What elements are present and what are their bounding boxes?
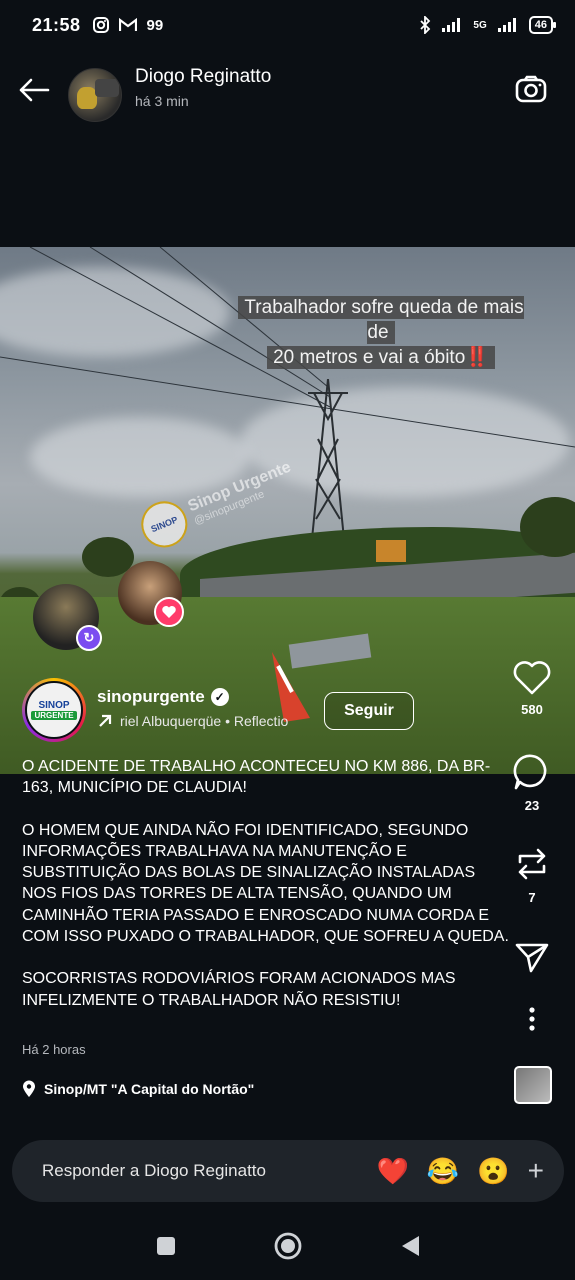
add-reaction-button[interactable]: + xyxy=(528,1155,544,1187)
quick-reactions: ❤️ 😂 😮 + xyxy=(377,1155,544,1187)
caption-paragraph-2: O HOMEM QUE AINDA NÃO FOI IDENTIFICADO, … xyxy=(22,821,509,946)
comment-action[interactable]: 23 xyxy=(505,752,559,813)
photo-overlay-caption: Trabalhador sofre queda de mais de 20 me… xyxy=(230,295,532,370)
comment-icon[interactable] xyxy=(512,752,552,792)
location-name[interactable]: Sinop/MT "A Capital do Nortão" xyxy=(44,1081,254,1097)
reply-input[interactable]: Responder a Diogo Reginatto xyxy=(42,1161,266,1181)
more-options[interactable] xyxy=(505,1006,559,1032)
wow-emoji-reaction[interactable]: 😮 xyxy=(477,1156,509,1187)
overlay-line-2: 20 metros e vai a óbito‼️ xyxy=(267,346,495,369)
signal-5g-icon xyxy=(497,18,516,32)
caption-paragraph-1: O ACIDENTE DE TRABALHO ACONTECEU NO KM 8… xyxy=(22,758,491,797)
camera-icon xyxy=(515,75,547,103)
power-tower xyxy=(308,379,348,539)
music-row[interactable]: riel Albuquerqüe • Reflectio xyxy=(97,713,288,729)
heart-badge-icon xyxy=(154,597,184,627)
story-header: Diogo Reginatto há 3 min xyxy=(0,58,575,128)
heart-icon[interactable] xyxy=(512,660,552,696)
location-tag[interactable]: Sinop/MT "A Capital do Nortão" xyxy=(22,1080,254,1098)
system-nav-bar xyxy=(0,1212,575,1280)
recent-apps-icon[interactable] xyxy=(155,1235,177,1257)
camera-button[interactable] xyxy=(513,70,551,108)
back-button[interactable] xyxy=(16,72,52,108)
reply-bar: Responder a Diogo Reginatto ❤️ 😂 😮 + xyxy=(12,1140,564,1202)
repost-badge-icon: ↻ xyxy=(76,625,102,651)
instagram-icon xyxy=(92,17,109,33)
more-vertical-icon[interactable] xyxy=(528,1006,536,1032)
status-notification-icons: 99 xyxy=(92,16,164,34)
back-nav-icon[interactable] xyxy=(399,1234,421,1258)
home-icon[interactable] xyxy=(273,1231,303,1261)
laugh-emoji-reaction[interactable]: 😂 xyxy=(427,1156,459,1187)
location-pin-icon xyxy=(23,1080,35,1097)
author-logo-top: SINOP xyxy=(38,700,70,711)
user-name[interactable]: Diogo Reginatto xyxy=(135,66,271,88)
bluetooth-icon xyxy=(420,16,431,34)
post-time: há 3 min xyxy=(135,93,189,109)
road-sign xyxy=(376,540,406,562)
gmail-icon xyxy=(118,18,137,31)
status-right: 5G 46 xyxy=(419,16,557,34)
caption-time: Há 2 horas xyxy=(22,1042,86,1057)
post-caption: O ACIDENTE DE TRABALHO ACONTECEU NO KM 8… xyxy=(22,756,512,1032)
arrow-left-icon xyxy=(19,78,50,102)
signal-icon xyxy=(442,18,461,32)
status-time: 21:58 xyxy=(32,14,81,35)
repost-icon[interactable] xyxy=(512,844,552,884)
caption-paragraph-3: SOCORRISTAS RODOVIÁRIOS FORAM ACIONADOS … xyxy=(22,970,456,1009)
story-photo[interactable]: Trabalhador sofre queda de mais de 20 me… xyxy=(0,247,575,774)
status-bar: 21:58 99 5G 46 xyxy=(0,0,575,50)
battery-indicator: 46 xyxy=(528,16,557,34)
verified-badge-icon: ✓ xyxy=(210,688,229,706)
author-handle[interactable]: sinopurgente xyxy=(97,687,205,707)
follow-button[interactable]: Seguir xyxy=(324,692,414,730)
user-avatar[interactable] xyxy=(68,68,122,122)
like-action[interactable]: 580 xyxy=(505,660,559,717)
like-count: 580 xyxy=(521,702,543,717)
author-avatar[interactable]: SINOP URGENTE xyxy=(22,678,86,742)
repost-action[interactable]: 7 xyxy=(505,844,559,905)
author-name[interactable]: sinopurgente ✓ xyxy=(97,687,229,707)
repost-count: 7 xyxy=(528,890,536,905)
location-thumbnail[interactable] xyxy=(514,1066,552,1104)
author-logo-bottom: URGENTE xyxy=(31,711,77,720)
overlay-line-1: Trabalhador sofre queda de mais de xyxy=(238,296,524,344)
arrow-up-right-icon xyxy=(99,714,112,727)
network-label: 5G xyxy=(473,19,487,31)
comment-count: 23 xyxy=(524,798,540,813)
99-app-icon: 99 xyxy=(146,16,164,34)
send-icon[interactable] xyxy=(514,940,550,976)
music-title: riel Albuquerqüe • Reflectio xyxy=(120,713,289,729)
heart-emoji-reaction[interactable]: ❤️ xyxy=(377,1156,409,1187)
share-action[interactable] xyxy=(505,940,559,976)
